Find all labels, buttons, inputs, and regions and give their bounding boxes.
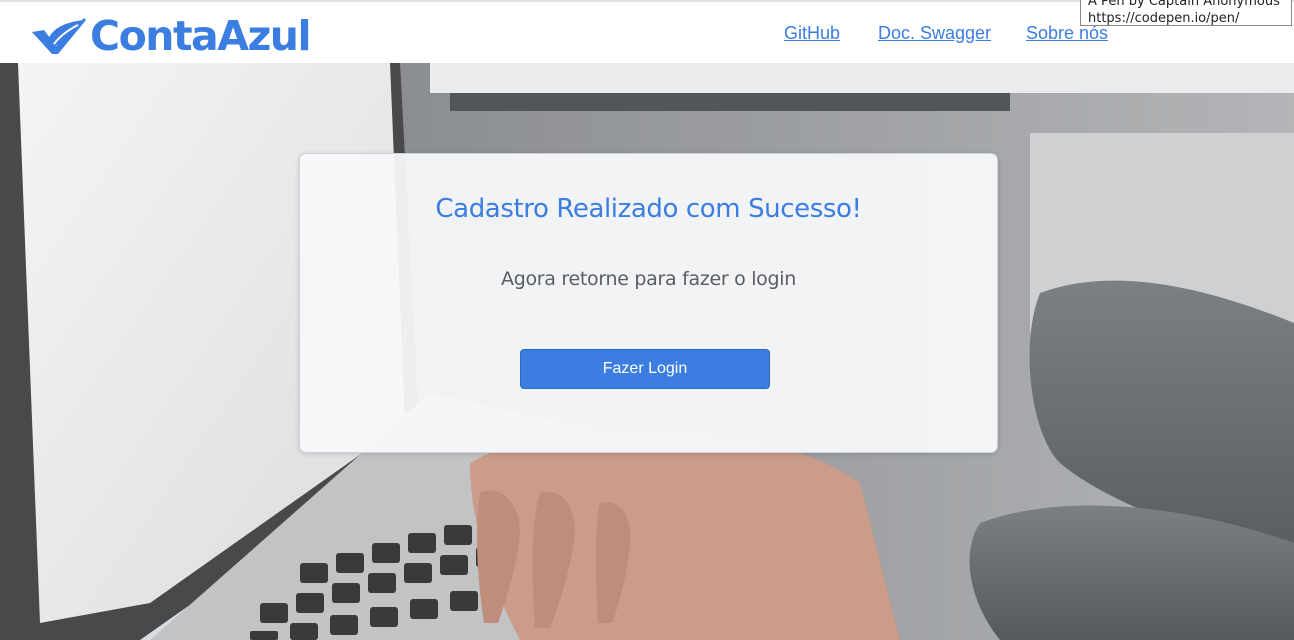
- nav-link-github[interactable]: GitHub: [784, 23, 840, 44]
- tooltip-line-2: https://codepen.io/pen/: [1088, 11, 1240, 26]
- check-leaf-icon: [32, 18, 86, 54]
- brand-name: ContaAzul: [90, 12, 312, 60]
- nav-link-doc-swagger[interactable]: Doc. Swagger: [878, 23, 991, 44]
- nav-link-sobre-nos[interactable]: Sobre nós: [1026, 23, 1108, 44]
- success-title: Cadastro Realizado com Sucesso!: [435, 194, 862, 224]
- hero-background: Cadastro Realizado com Sucesso! Agora re…: [0, 63, 1294, 640]
- success-subtitle: Agora retorne para fazer o login: [501, 268, 796, 290]
- tooltip-line-1: A Pen by Captain Anonymous: [1088, 0, 1280, 9]
- login-button[interactable]: Fazer Login: [520, 349, 770, 389]
- tooltip: A Pen by Captain Anonymous https://codep…: [1080, 0, 1292, 26]
- success-card: Cadastro Realizado com Sucesso! Agora re…: [299, 153, 998, 453]
- brand-logo[interactable]: ContaAzul: [30, 12, 312, 60]
